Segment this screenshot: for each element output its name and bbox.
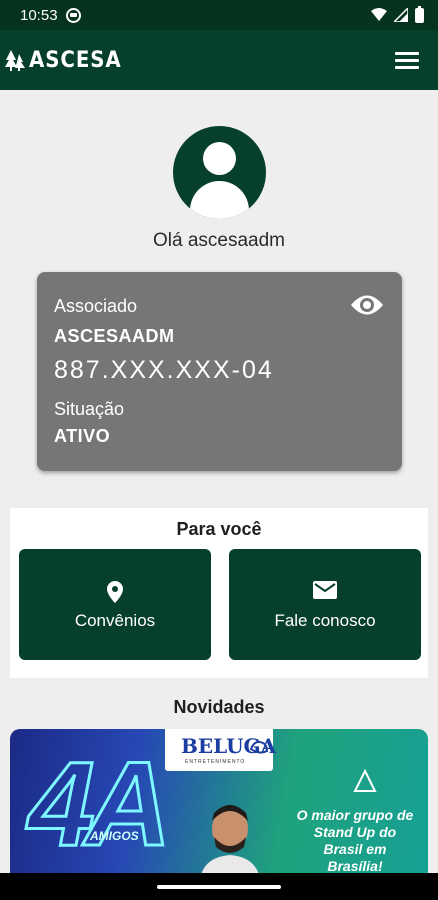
- convenios-button[interactable]: Convênios: [19, 549, 211, 660]
- pine-trees-icon: [5, 50, 25, 71]
- para-voce-section: Para você Convênios Fale conosco: [10, 508, 428, 678]
- signal-icon: [394, 8, 408, 22]
- hamburger-line: [395, 65, 419, 69]
- app-title: ASCESA: [29, 47, 122, 73]
- app-logo: ASCESA: [5, 48, 132, 73]
- system-nav-bar: [0, 873, 438, 900]
- member-cpf: 887.XXX.XXX-04: [54, 356, 274, 384]
- hamburger-line: [395, 58, 419, 62]
- envelope-icon: [313, 581, 337, 599]
- member-card: Associado ASCESAADM 887.XXX.XXX-04 Situa…: [37, 272, 402, 471]
- beluga-logo-subtext: ENTRETENIMENTO: [185, 759, 246, 765]
- member-status: ATIVO: [54, 426, 111, 446]
- banner-headline-sub: AMIGOS: [90, 829, 139, 843]
- status-icons: [371, 5, 424, 23]
- beluga-logo: BELUGA ENTRETENIMENTO: [165, 729, 276, 771]
- home-gesture-handle[interactable]: [157, 885, 281, 889]
- wifi-icon: [371, 8, 387, 21]
- status-label: Situação: [54, 399, 125, 419]
- hamburger-line: [395, 51, 419, 55]
- battery-icon: [415, 5, 424, 23]
- status-bar: 10:53: [0, 0, 438, 30]
- status-time: 10:53: [20, 6, 58, 24]
- news-banner[interactable]: 4A AMIGOS BELUGA ENTRETENIMENTO O maior …: [10, 729, 428, 879]
- banner-headline: 4A: [26, 737, 172, 871]
- member-label: Associado: [54, 296, 138, 316]
- member-name: ASCESAADM: [54, 326, 175, 346]
- comedian-photo: [200, 805, 260, 879]
- fale-conosco-button[interactable]: Fale conosco: [229, 549, 421, 660]
- section-title: Para você: [176, 519, 262, 539]
- app-bar: ASCESA: [0, 30, 438, 90]
- fale-conosco-label: Fale conosco: [274, 611, 376, 630]
- menu-button[interactable]: [395, 48, 419, 72]
- novidades-title: Novidades: [173, 697, 265, 717]
- location-pin-icon: [107, 581, 123, 603]
- user-avatar-icon: [173, 126, 266, 219]
- greeting-text: Olá ascesaadm: [152, 230, 285, 251]
- banner-promo-text: O maior grupo de Stand Up do Brasil em B…: [296, 807, 414, 874]
- triangle-icon: [353, 769, 377, 792]
- eye-icon[interactable]: [350, 292, 384, 318]
- notification-app-icon: [65, 7, 81, 23]
- convenios-label: Convênios: [74, 611, 156, 630]
- whale-icon: [249, 740, 269, 754]
